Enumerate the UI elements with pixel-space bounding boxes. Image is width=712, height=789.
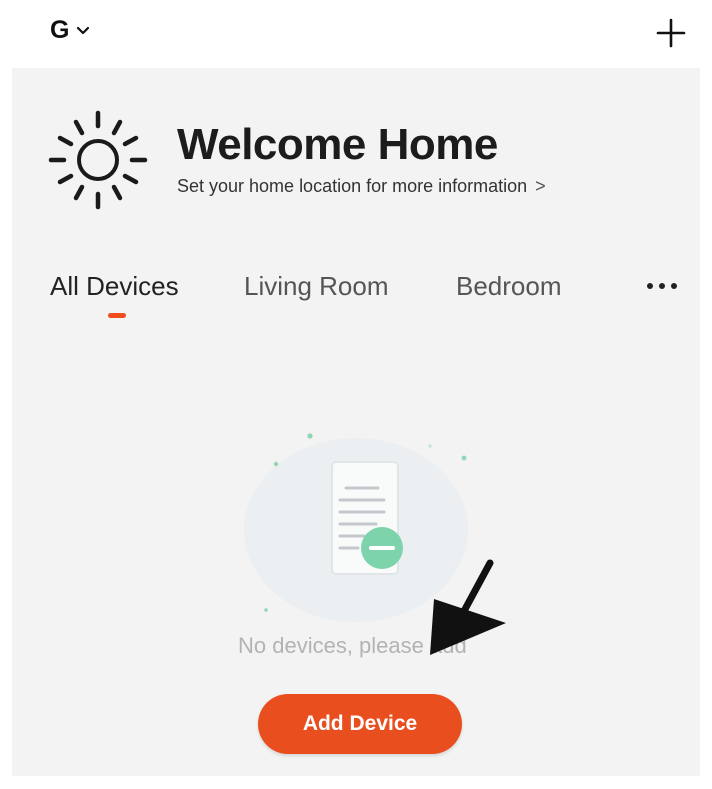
set-location-text: Set your home location for more informat…	[177, 176, 528, 196]
add-device-button[interactable]: Add Device	[258, 694, 462, 754]
home-selector[interactable]: G	[50, 16, 90, 45]
set-location-link[interactable]: Set your home location for more informat…	[177, 176, 546, 197]
tab-all-devices[interactable]: All Devices	[50, 271, 179, 302]
more-horizontal-icon[interactable]	[644, 272, 680, 300]
arrow-pointer-icon	[430, 559, 506, 655]
chevron-down-icon	[76, 26, 90, 34]
welcome-title: Welcome Home	[177, 120, 498, 169]
plus-icon[interactable]	[650, 12, 692, 54]
chevron-right-icon: >	[535, 176, 546, 196]
tab-bedroom[interactable]: Bedroom	[456, 271, 562, 302]
top-bar: G	[0, 0, 712, 68]
home-name: G	[50, 16, 70, 44]
sun-icon	[48, 110, 148, 210]
tab-living-room[interactable]: Living Room	[244, 271, 389, 302]
active-tab-indicator	[108, 313, 126, 318]
